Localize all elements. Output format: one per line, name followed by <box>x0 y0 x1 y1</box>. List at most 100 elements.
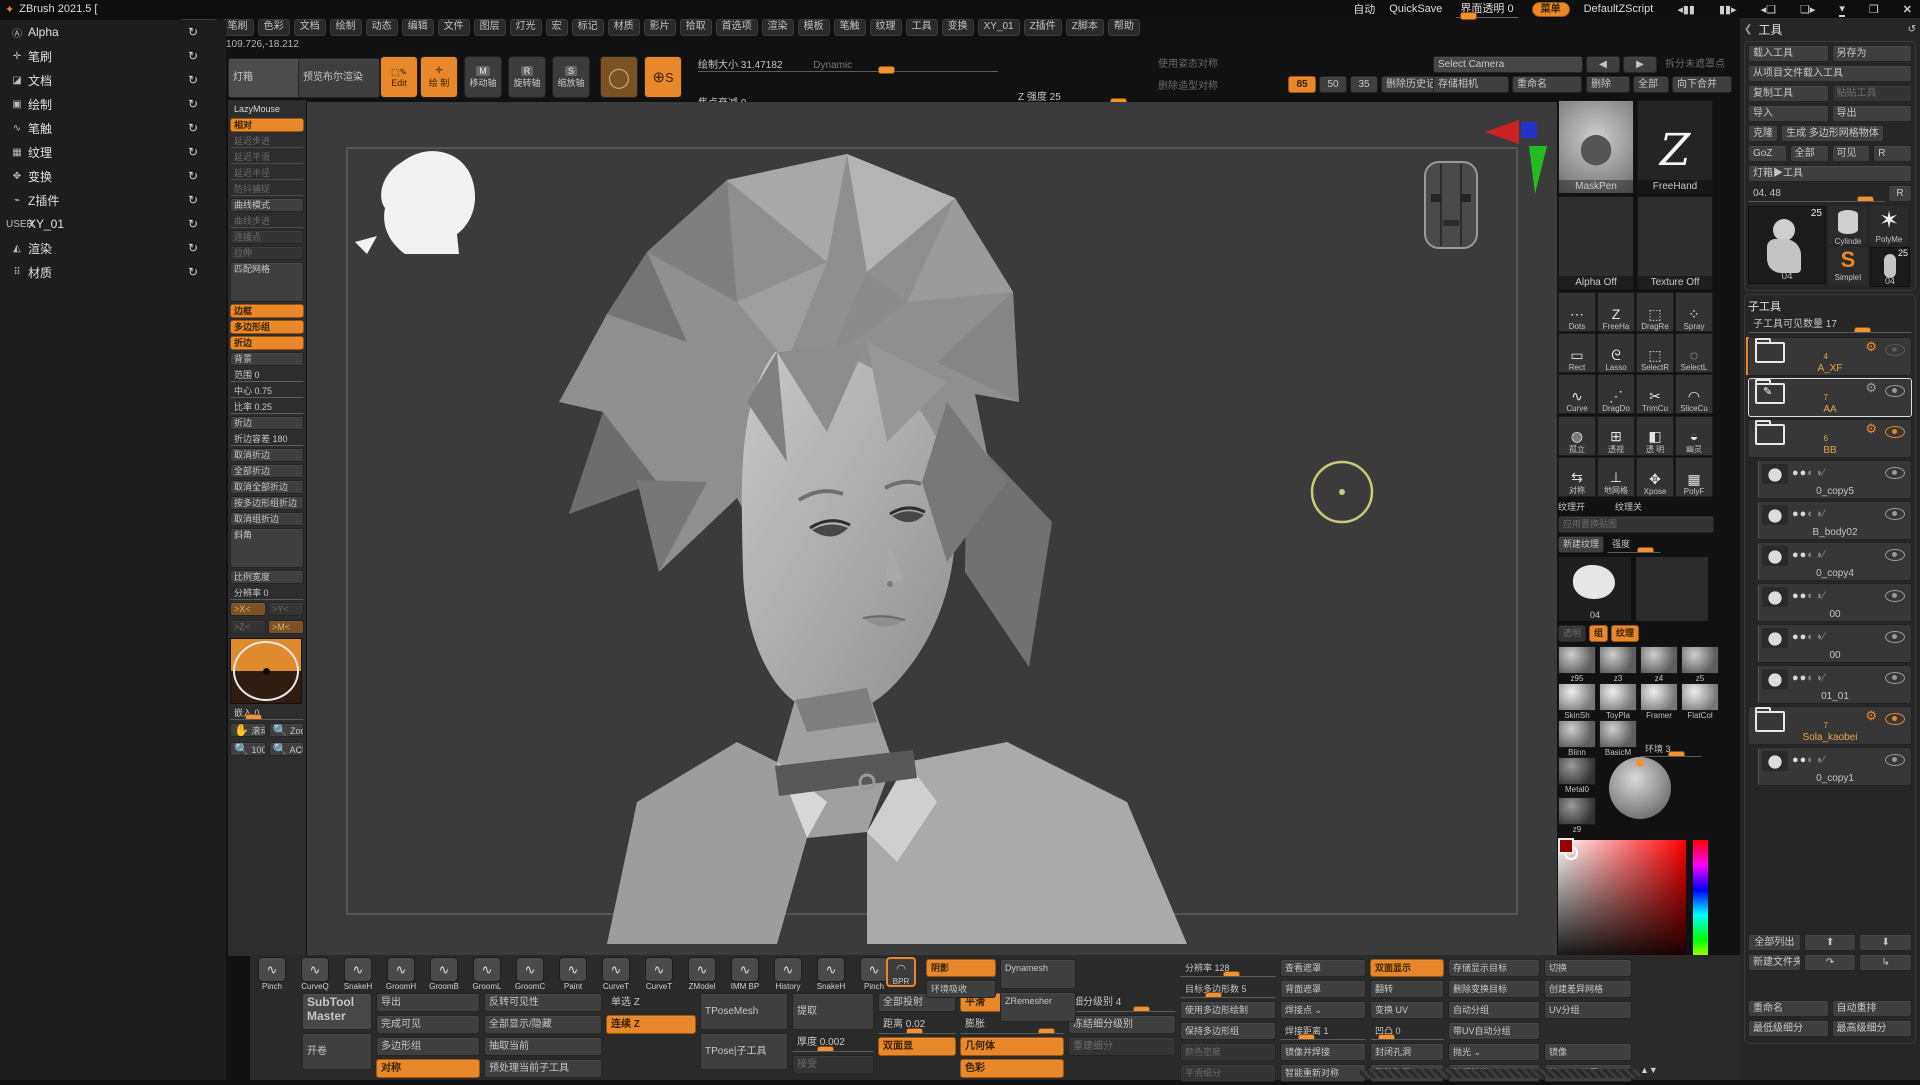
morph-option[interactable]: 抛光 ⌄ <box>1448 1043 1540 1061</box>
lazymouse-control[interactable]: 延迟半径 <box>230 166 304 180</box>
tpose-button[interactable]: TPoseMesh <box>700 993 788 1030</box>
draw-size-slider[interactable]: 绘制大小 31.47182 Dynamic <box>698 56 998 72</box>
geometry-option[interactable]: 查看遮罩 <box>1280 959 1366 977</box>
view-toggle-tile[interactable]: ⊞ 透视 <box>1597 416 1635 456</box>
menu-item[interactable]: 拾取 <box>680 19 712 36</box>
lazymouse-control[interactable]: 防抖捕捉 <box>230 182 304 196</box>
brush-slot[interactable]: ∿ Pinch <box>252 957 292 991</box>
extract-button[interactable]: 厚度 0.002 <box>792 1033 874 1052</box>
lightbox-button[interactable]: 灯箱 <box>228 58 302 98</box>
menu-item[interactable]: 文件 <box>438 19 470 36</box>
geometry-option[interactable]: 智能重新对称 <box>1280 1064 1366 1082</box>
stroke-type-tile[interactable]: ⬚ DragRe <box>1636 292 1674 332</box>
split-unmasked-button[interactable]: 拆分未遮罩点 <box>1660 56 1730 73</box>
gear-icon[interactable]: ⚙ <box>1865 421 1877 437</box>
menu-item[interactable]: 标记 <box>572 19 604 36</box>
subtool-rename-button[interactable]: 自动重排 <box>1832 1000 1913 1017</box>
subtoolmaster-button[interactable]: 对称 <box>376 1059 480 1078</box>
subtool-sdiv-button[interactable]: 最低级细分 <box>1748 1020 1829 1037</box>
material-swat​ch[interactable]: z9 <box>1558 797 1596 834</box>
subtool-item[interactable]: ✎ ●●◐◑⁄ ⚙ 7 AA <box>1748 378 1912 417</box>
stroke-type-tile[interactable]: ◠ SliceCu <box>1675 374 1713 414</box>
subtool-item[interactable]: ✎ ●●◐◑⁄ ⚙ 0_copy5 <box>1758 460 1912 499</box>
subtool-folder-button[interactable]: 新建文件夹 <box>1748 954 1801 971</box>
subtool-item[interactable]: ✎ ●●◐◑⁄ ⚙ 6 BB <box>1748 419 1912 458</box>
view-toggle-tile[interactable]: ⇆ 对称 <box>1558 457 1596 497</box>
dynamesh-option[interactable]: 平滑细分 <box>1180 1064 1276 1082</box>
tool-action-button[interactable]: 生成 多边形网格物体 <box>1781 125 1884 142</box>
brush-slot[interactable]: ∿ Paint <box>553 957 593 991</box>
palette-left-icon[interactable]: ◂❏ <box>1761 3 1776 16</box>
modify-option[interactable]: 创建差异网格 <box>1544 980 1632 998</box>
merge-down-button[interactable]: 向下合并 <box>1672 76 1732 93</box>
refresh-icon[interactable]: ↻ <box>188 169 198 183</box>
subtoolmaster-button[interactable]: 反转可见性 <box>484 993 602 1012</box>
modify-option[interactable]: UV分组 <box>1544 1001 1632 1019</box>
subtool-item[interactable]: ✎ ●●◐◑⁄ ⚙ 01_01 <box>1758 665 1912 704</box>
restore-icon[interactable]: ❒ <box>1869 3 1879 16</box>
dynamesh-option[interactable]: 保持多边形组 <box>1180 1022 1276 1040</box>
lazymouse-control[interactable]: 边框 <box>230 304 304 318</box>
active-tool-thumbnail[interactable]: 25 04 <box>1748 206 1826 284</box>
deformation-button[interactable]: 几何体 <box>960 1037 1064 1056</box>
morph-option[interactable]: 存储显示目标 <box>1448 959 1540 977</box>
menu-item[interactable]: 材质 <box>608 19 640 36</box>
lazymouse-control[interactable]: 匹配网格 <box>230 262 304 302</box>
tool-slot-simple[interactable]: S SimpleI <box>1829 247 1867 285</box>
material-swatch[interactable]: BasicM <box>1599 720 1637 757</box>
morph-option[interactable]: 自动分组 <box>1448 1001 1540 1019</box>
eye-icon[interactable] <box>1885 508 1905 520</box>
tool-action-button[interactable]: 全部 <box>1790 145 1829 162</box>
lazymouse-control[interactable]: 延迟步进 <box>230 134 304 148</box>
tool-slot-cylinder[interactable]: Cylinde <box>1829 206 1867 244</box>
subtool-sdiv-button[interactable]: 最高级细分 <box>1832 1020 1913 1037</box>
subtool-item[interactable]: ✎ ●●◐◑⁄ ⚙ 7 Sola_kaobei <box>1748 706 1912 745</box>
brush-slot[interactable]: ∿ IMM BP <box>725 957 765 991</box>
subtoolmaster-button[interactable]: 全部显示/隐藏 <box>484 1015 602 1034</box>
subtool-thumbnail[interactable] <box>1762 546 1788 566</box>
eye-icon[interactable] <box>1885 467 1905 479</box>
eye-icon[interactable] <box>1885 672 1905 684</box>
tool-action-button[interactable]: 克隆 <box>1748 125 1778 142</box>
delete-camera-button[interactable]: 删除 <box>1586 76 1630 93</box>
view-toggle-tile[interactable]: ▦ PolyF <box>1675 457 1713 497</box>
gravity-direction-widget[interactable] <box>230 638 302 704</box>
refresh-icon[interactable]: ↻ <box>188 49 198 63</box>
tool-action-button[interactable]: 导入 <box>1748 105 1829 122</box>
menu-item[interactable]: 渲染 <box>762 19 794 36</box>
lazymouse-control[interactable]: 曲线模式 <box>230 198 304 212</box>
subtool-list-button[interactable]: ⬆ <box>1804 934 1857 951</box>
lazymouse-control[interactable]: 按多边形组折边 <box>230 496 304 510</box>
menu-toggle-button[interactable]: 菜单 <box>1532 2 1570 17</box>
texture-map-thumbnail[interactable]: 04 <box>1558 556 1632 622</box>
menu-item[interactable]: 宏 <box>546 19 568 36</box>
texture-strength-slider[interactable]: 强度 <box>1607 536 1661 553</box>
geometry-option[interactable]: 镜像并焊接 <box>1280 1043 1366 1061</box>
palette-dock-item[interactable]: Ⓐ Alpha ↻ <box>0 20 226 44</box>
stroke-type-tile[interactable]: ✂ TrimCu <box>1636 374 1674 414</box>
subtoolmaster-button[interactable]: 抽取当前 <box>484 1037 602 1056</box>
texture-on-label[interactable]: 纹理开 <box>1558 500 1585 513</box>
brush-slot[interactable]: ∿ GroomL <box>467 957 507 991</box>
gear-icon[interactable]: ⚙ <box>1865 380 1877 396</box>
view-toggle-tile[interactable]: ◍ 孤立 <box>1558 416 1596 456</box>
new-texture-button[interactable]: 新建纹理 <box>1558 536 1604 553</box>
tool-slot-figure[interactable]: 25 04 <box>1870 247 1910 287</box>
camview-head-icon[interactable] <box>1425 162 1477 248</box>
deformation-button[interactable]: 色彩 <box>960 1059 1064 1078</box>
material-swatch[interactable]: z5 <box>1681 646 1719 683</box>
tool-action-button[interactable]: 另存为 <box>1832 45 1913 62</box>
project-button[interactable]: 双面显 <box>878 1037 956 1056</box>
subdivision-button[interactable]: 重建细分 <box>1068 1037 1176 1056</box>
morph-option[interactable]: 删除变换目标 <box>1448 980 1540 998</box>
menu-item[interactable]: 动态 <box>366 19 398 36</box>
mirror-axis-button[interactable]: >X< <box>230 602 266 616</box>
lazymouse-control[interactable]: 比率 0.25 <box>230 400 304 414</box>
tool-action-button[interactable]: GoZ <box>1748 145 1787 162</box>
brush-slot[interactable]: ∿ GroomC <box>510 957 550 991</box>
subtool-thumbnail[interactable] <box>1762 669 1788 689</box>
dynamic-label[interactable]: Dynamic <box>813 60 852 71</box>
dynamesh-option[interactable]: 目标多边形数 5 <box>1180 980 1276 998</box>
view-toggle-tile[interactable]: ✥ Xpose <box>1636 457 1674 497</box>
project-button[interactable]: 距离 0.02 <box>878 1015 956 1034</box>
